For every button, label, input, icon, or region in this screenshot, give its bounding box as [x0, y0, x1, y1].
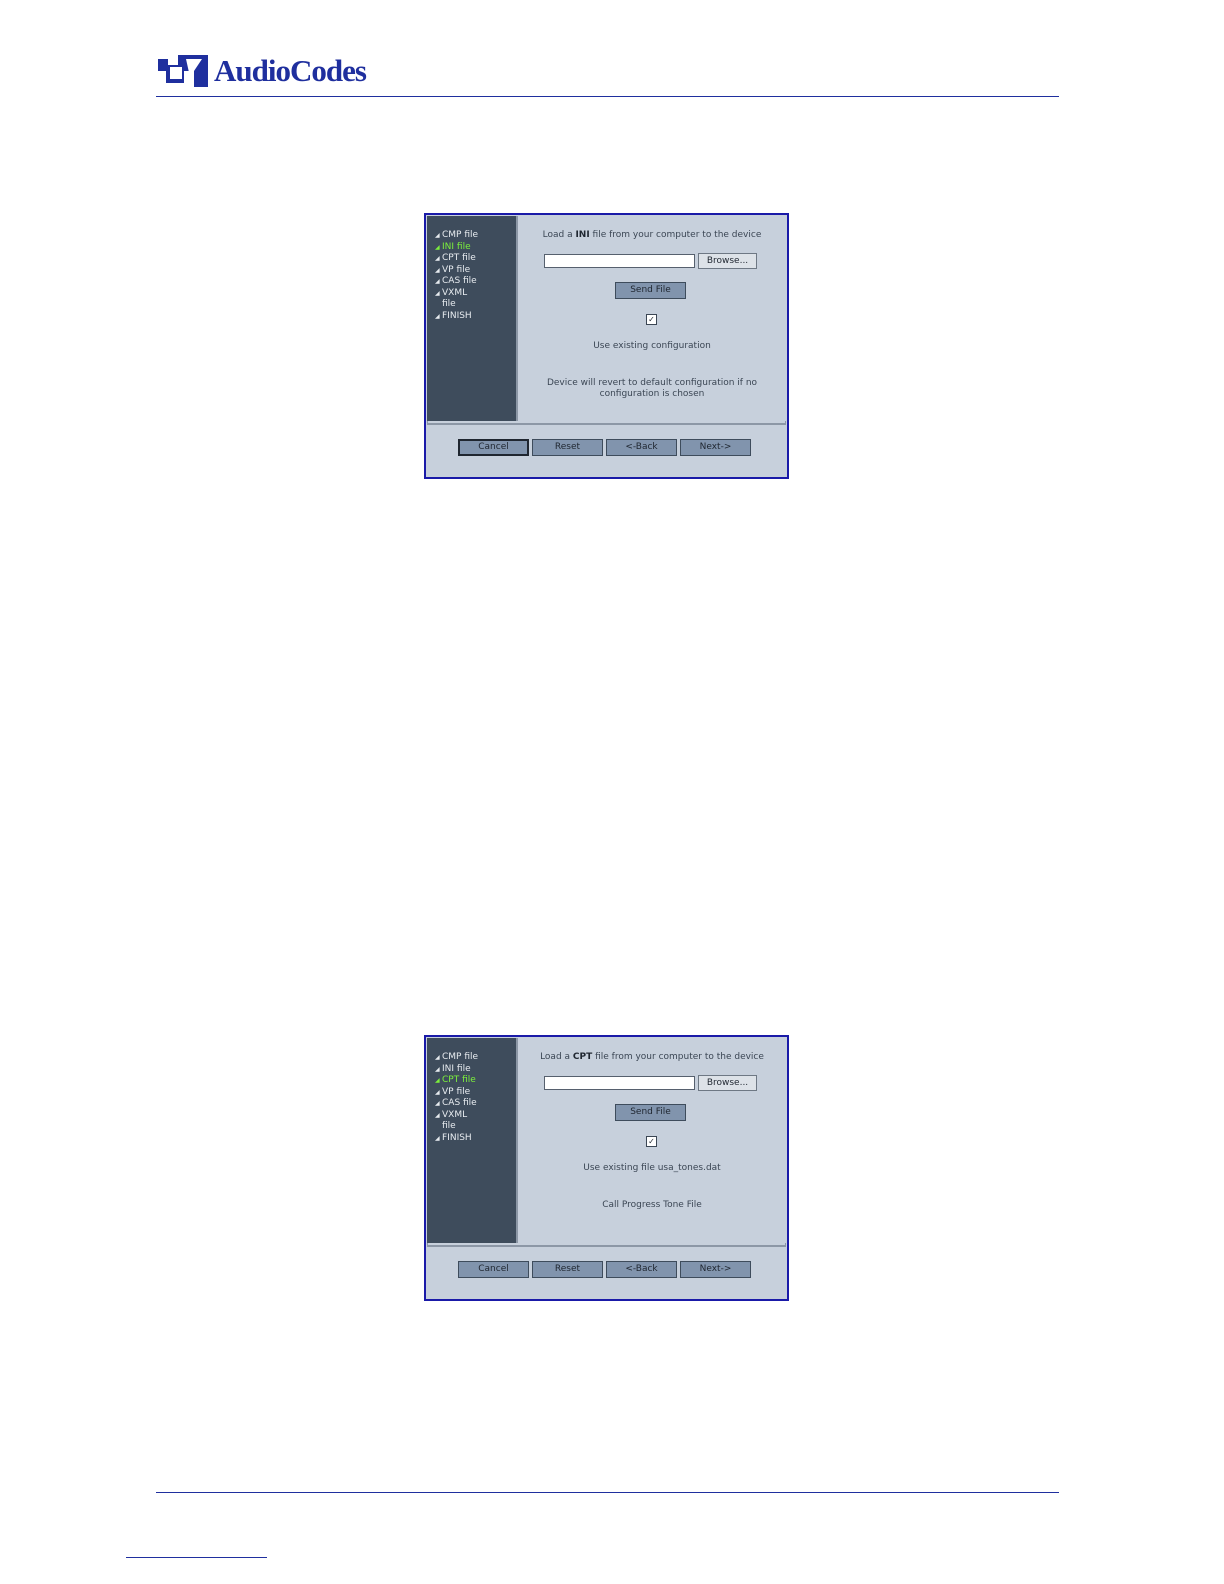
send-file-button[interactable]: Send File [615, 282, 686, 299]
revert-note: Device will revert to default configurat… [546, 378, 758, 399]
wizard-instruction: Load a INI file from your computer to th… [542, 230, 762, 240]
file-path-input[interactable] [544, 254, 695, 268]
step-ini-file[interactable]: ◢ INI file [435, 242, 516, 254]
step-bullet-icon: ◢ [435, 1100, 440, 1107]
step-bullet-icon: ◢ [435, 1088, 440, 1096]
brand-name: AudioCodes [214, 53, 367, 88]
step-finish[interactable]: ◢ FINISH [435, 311, 516, 323]
browse-button[interactable]: Browse... [698, 1075, 757, 1091]
back-button[interactable]: <-Back [606, 439, 677, 456]
step-bullet-icon: ◢ [435, 243, 440, 251]
footer-rule [156, 1492, 1059, 1493]
wizard-button-bar: Cancel Reset <-Back Next-> [427, 1245, 786, 1298]
browse-button[interactable]: Browse... [698, 253, 757, 269]
wizard-steps-list: ◢ CMP file ◢ INI file ◢ CPT file ◢ VP file ◢… [427, 216, 516, 322]
use-existing-label: Use existing configuration [593, 341, 711, 351]
step-finish[interactable]: ◢ FINISH [435, 1133, 516, 1145]
step-vxml-file[interactable]: ◢ VXML file [435, 288, 516, 311]
step-bullet-icon: ◢ [435, 312, 440, 320]
file-path-input[interactable] [544, 1076, 695, 1090]
use-existing-checkbox[interactable]: ✓ [646, 1136, 657, 1147]
step-cas-file[interactable]: ◢ CAS file [435, 1098, 516, 1110]
step-cpt-file[interactable]: ◢ CPT file [435, 1075, 516, 1087]
step-cmp-file[interactable]: ◢ CMP file [435, 230, 516, 242]
cancel-button[interactable]: Cancel [458, 439, 529, 456]
wizard-steps-list: ◢ CMP file ◢ INI file ◢ CPT file ◢ VP file ◢… [427, 1038, 516, 1144]
cancel-button[interactable]: Cancel [458, 1261, 529, 1278]
logo-mark-icon [158, 55, 208, 87]
step-cmp-file[interactable]: ◢ CMP file [435, 1052, 516, 1064]
step-vxml-file[interactable]: ◢ VXML file [435, 1110, 516, 1133]
use-existing-label: Use existing file usa_tones.dat [583, 1163, 721, 1173]
footnote-rule [126, 1557, 267, 1558]
wizard-content: Load a INI file from your computer to th… [518, 216, 786, 421]
step-cas-file[interactable]: ◢ CAS file [435, 276, 516, 288]
audiocodes-logo: AudioCodes [156, 52, 367, 90]
header-rule [156, 96, 1059, 97]
reset-button[interactable]: Reset [532, 1261, 603, 1278]
wizard-steps-sidebar: ◢ CMP file ◢ INI file ◢ CPT file ◢ VP file ◢… [427, 216, 518, 421]
step-bullet-icon: ◢ [435, 255, 440, 262]
wizard-ini-screenshot: ◢ CMP file ◢ INI file ◢ CPT file ◢ VP file ◢… [424, 213, 789, 479]
send-file-button[interactable]: Send File [615, 1104, 686, 1121]
wizard-button-bar: Cancel Reset <-Back Next-> [427, 423, 786, 476]
step-bullet-icon: ◢ [435, 1077, 440, 1084]
wizard-cpt-screenshot: ◢ CMP file ◢ INI file ◢ CPT file ◢ VP file ◢… [424, 1035, 789, 1301]
step-bullet-icon: ◢ [435, 1111, 440, 1119]
file-type-label: Call Progress Tone File [602, 1200, 702, 1210]
step-bullet-icon: ◢ [435, 232, 440, 239]
back-button[interactable]: <-Back [606, 1261, 677, 1278]
use-existing-checkbox[interactable]: ✓ [646, 314, 657, 325]
wizard-content: Load a CPT file from your computer to th… [518, 1038, 786, 1243]
step-bullet-icon: ◢ [435, 1134, 440, 1142]
wizard-instruction: Load a CPT file from your computer to th… [540, 1052, 764, 1062]
step-bullet-icon: ◢ [435, 1065, 440, 1073]
step-vp-file[interactable]: ◢ VP file [435, 1087, 516, 1099]
wizard-steps-sidebar: ◢ CMP file ◢ INI file ◢ CPT file ◢ VP file ◢… [427, 1038, 518, 1243]
step-ini-file[interactable]: ◢ INI file [435, 1064, 516, 1076]
next-button[interactable]: Next-> [680, 1261, 751, 1278]
step-bullet-icon: ◢ [435, 1054, 440, 1061]
step-bullet-icon: ◢ [435, 266, 440, 274]
step-bullet-icon: ◢ [435, 289, 440, 297]
next-button[interactable]: Next-> [680, 439, 751, 456]
step-vp-file[interactable]: ◢ VP file [435, 265, 516, 277]
step-bullet-icon: ◢ [435, 278, 440, 285]
step-cpt-file[interactable]: ◢ CPT file [435, 253, 516, 265]
reset-button[interactable]: Reset [532, 439, 603, 456]
